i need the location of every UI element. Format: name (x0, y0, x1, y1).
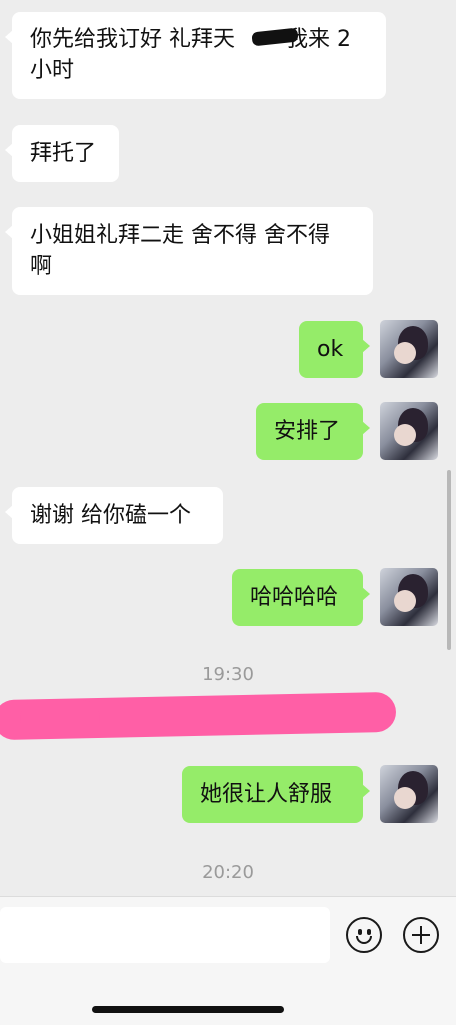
user-avatar[interactable] (380, 402, 438, 460)
message-sent[interactable]: 安排了 (256, 403, 370, 460)
timestamp: 20:20 (202, 862, 254, 883)
emoji-mouth (356, 936, 372, 944)
user-avatar[interactable] (380, 568, 438, 626)
scrollbar[interactable] (447, 470, 451, 650)
message-input[interactable] (0, 907, 330, 963)
message-received[interactable]: 谢谢 给你磕一个 (5, 487, 223, 544)
plus-vertical (420, 926, 422, 944)
redacted-message (20, 700, 100, 736)
message-sent[interactable]: 她很让人舒服 (182, 766, 370, 823)
message-received[interactable]: 拜托了 (5, 125, 119, 182)
plus-circle-icon[interactable] (403, 917, 439, 953)
user-avatar[interactable] (380, 320, 438, 378)
message-sent[interactable]: ok (299, 321, 370, 378)
user-avatar[interactable] (380, 765, 438, 823)
emoji-face-icon[interactable] (346, 917, 382, 953)
emoji-eye (367, 929, 371, 935)
emoji-eye (358, 929, 362, 935)
message-received[interactable]: 你先给我订好 礼拜天 我来 2 小时 (5, 12, 386, 99)
timestamp: 19:30 (202, 664, 254, 685)
home-indicator[interactable] (92, 1006, 284, 1013)
message-received[interactable]: 小姐姐礼拜二走 舍不得 舍不得 啊 (5, 207, 373, 295)
message-sent[interactable]: 哈哈哈哈 (232, 569, 370, 626)
